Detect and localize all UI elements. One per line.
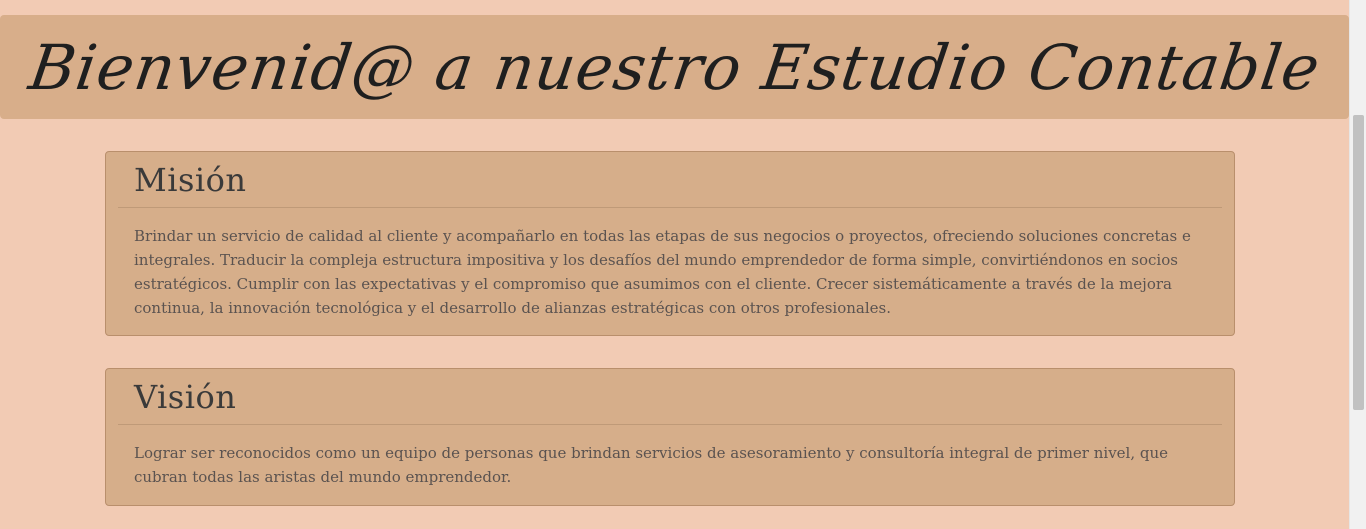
vision-card-header: Visión (118, 369, 1222, 425)
page-header: Bienvenid@ a nuestro Estudio Contable (0, 15, 1349, 119)
page-title: Bienvenid@ a nuestro Estudio Contable (24, 30, 1325, 104)
mision-text: Brindar un servicio de calidad al client… (134, 227, 1191, 317)
mision-card: Misión Brindar un servicio de calidad al… (105, 151, 1235, 336)
vertical-scrollbar[interactable] (1349, 0, 1366, 529)
vision-card: Visión Lograr ser reconocidos como un eq… (105, 368, 1235, 506)
vision-text: Lograr ser reconocidos como un equipo de… (134, 444, 1169, 486)
mision-title: Misión (134, 160, 247, 199)
scrollbar-thumb[interactable] (1353, 115, 1364, 410)
mision-card-header: Misión (118, 152, 1222, 208)
vision-title: Visión (134, 377, 237, 416)
